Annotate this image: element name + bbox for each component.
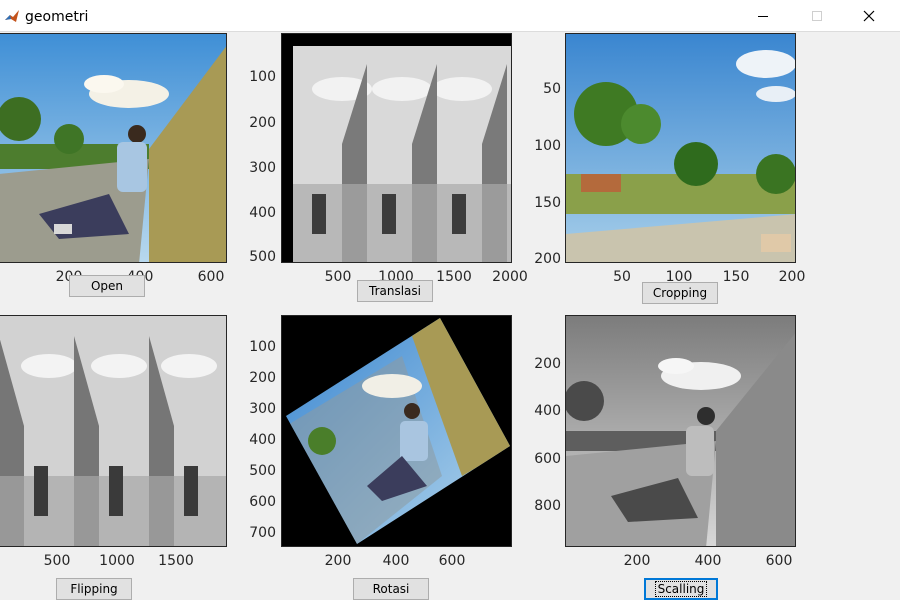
cropped-photo	[566, 34, 795, 262]
rotasi-button-label: Rotasi	[372, 582, 410, 596]
window-title: geometri	[25, 9, 89, 25]
y-tick-label: 100	[534, 138, 561, 154]
open-button-label: Open	[90, 279, 124, 293]
x-tick-label: 1500	[158, 553, 194, 569]
matlab-icon	[5, 10, 19, 22]
x-tick-label: 2000	[492, 269, 528, 285]
y-tick-label: 200	[534, 356, 561, 372]
scaled-photo	[566, 316, 795, 546]
y-tick-label: 600	[534, 451, 561, 467]
original-photo	[0, 34, 226, 262]
cropping-button-label: Cropping	[652, 286, 708, 300]
flipping-image-axes	[0, 315, 227, 547]
x-tick-label: 600	[438, 553, 466, 569]
x-tick-label: 400	[382, 553, 410, 569]
close-icon	[863, 10, 875, 22]
cropping-button[interactable]: Cropping	[642, 282, 718, 304]
figure-client-area: 200 400 600 Open 100 200 300 400 500 500	[0, 33, 900, 600]
y-tick-label: 400	[249, 432, 276, 448]
y-tick-label: 200	[249, 370, 276, 386]
x-tick-label: 200	[324, 553, 352, 569]
y-tick-label: 50	[543, 81, 561, 97]
translasi-image-axes	[281, 33, 512, 263]
translasi-button[interactable]: Translasi	[357, 280, 433, 302]
minimize-icon	[758, 16, 768, 17]
x-tick-label: 500	[43, 553, 71, 569]
x-tick-label: 200	[778, 269, 806, 285]
translasi-button-label: Translasi	[369, 284, 421, 298]
open-image-axes	[0, 33, 227, 263]
y-tick-label: 500	[249, 249, 276, 265]
minimize-button[interactable]	[740, 0, 786, 32]
x-tick-label: 150	[722, 269, 750, 285]
y-tick-label: 100	[249, 69, 276, 85]
y-tick-label: 100	[249, 339, 276, 355]
y-tick-label: 200	[249, 115, 276, 131]
maximize-button[interactable]	[794, 0, 840, 32]
y-tick-label: 300	[249, 160, 276, 176]
scalling-button-label: Scalling	[654, 581, 708, 597]
cropping-image-axes	[565, 33, 796, 263]
scalling-image-axes	[565, 315, 796, 547]
y-tick-label: 800	[534, 498, 561, 514]
title-bar: geometri	[0, 0, 900, 32]
y-tick-label: 400	[534, 403, 561, 419]
flipping-button[interactable]: Flipping	[56, 578, 132, 600]
x-tick-label: 600	[197, 269, 225, 285]
open-button[interactable]: Open	[69, 275, 145, 297]
close-button[interactable]	[846, 0, 892, 32]
rotated-photo	[282, 316, 511, 546]
x-tick-label: 200	[623, 553, 651, 569]
rotasi-image-axes	[281, 315, 512, 547]
rotasi-button[interactable]: Rotasi	[353, 578, 429, 600]
y-tick-label: 200	[534, 251, 561, 267]
y-tick-label: 600	[249, 494, 276, 510]
x-tick-label: 400	[694, 553, 722, 569]
x-tick-label: 1500	[436, 269, 472, 285]
maximize-icon	[812, 11, 822, 21]
y-tick-label: 500	[249, 463, 276, 479]
y-tick-label: 400	[249, 205, 276, 221]
x-tick-label: 500	[324, 269, 352, 285]
translated-photo	[282, 34, 511, 262]
y-tick-label: 300	[249, 401, 276, 417]
scalling-button[interactable]: Scalling	[644, 578, 718, 600]
flipping-button-label: Flipping	[70, 582, 118, 596]
y-tick-label: 700	[249, 525, 276, 541]
x-tick-label: 600	[765, 553, 793, 569]
x-tick-label: 1000	[99, 553, 135, 569]
x-tick-label: 50	[613, 269, 631, 285]
flipped-photo	[0, 316, 226, 546]
y-tick-label: 150	[534, 195, 561, 211]
